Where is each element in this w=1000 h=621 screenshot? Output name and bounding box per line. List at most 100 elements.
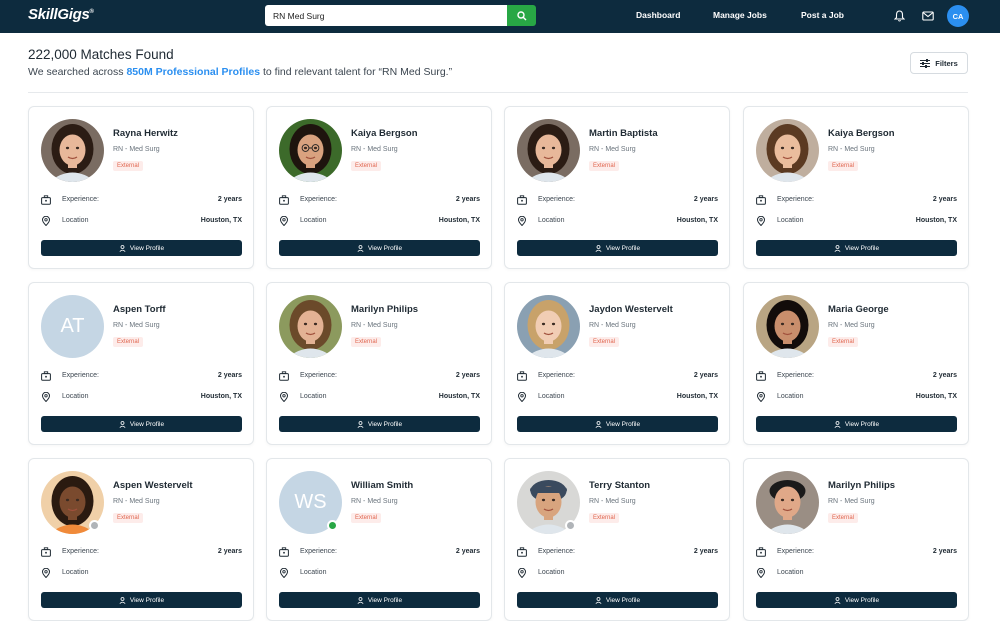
candidate-role: RN - Med Surg xyxy=(589,322,636,329)
location-pin-icon xyxy=(756,216,766,226)
candidate-name[interactable]: Maria George xyxy=(828,304,889,315)
candidate-name[interactable]: Aspen Westervelt xyxy=(113,480,193,491)
view-profile-button[interactable]: View Profile xyxy=(279,592,480,608)
experience-value: 2 years xyxy=(455,372,480,379)
profiles-count-link[interactable]: 850M Professional Profiles xyxy=(126,66,260,78)
experience-value: 2 years xyxy=(693,548,718,555)
skillgigs-logo[interactable]: SkillGigs® xyxy=(28,6,94,23)
candidate-name[interactable]: William Smith xyxy=(351,480,413,491)
location-label: Location xyxy=(538,217,565,224)
experience-label: Experience: xyxy=(62,196,99,203)
candidate-role: RN - Med Surg xyxy=(351,322,398,329)
candidate-name[interactable]: Kaiya Bergson xyxy=(351,128,418,139)
external-badge: External xyxy=(828,337,859,347)
experience-label: Experience: xyxy=(777,196,814,203)
location-pin-icon xyxy=(41,216,51,226)
external-badge: External xyxy=(351,161,382,171)
avatar[interactable] xyxy=(756,471,819,534)
candidate-name[interactable]: Aspen Torff xyxy=(113,304,166,315)
candidate-card[interactable]: Terry Stanton RN - Med Surg External Experi… xyxy=(504,458,730,621)
location-pin-icon xyxy=(517,392,527,402)
candidate-name[interactable]: Martin Baptista xyxy=(589,128,658,139)
experience-value: 2 years xyxy=(455,196,480,203)
candidate-name[interactable]: Marilyn Philips xyxy=(351,304,418,315)
candidate-card[interactable]: Jaydon Westervelt RN - Med Surg External Ex… xyxy=(504,282,730,445)
location-label: Location xyxy=(62,569,89,576)
nav-manage-jobs[interactable]: Manage Jobs xyxy=(713,10,767,20)
nav-post-job[interactable]: Post a Job xyxy=(801,10,844,20)
candidate-card[interactable]: Marilyn Philips RN - Med Surg External Expe… xyxy=(743,458,969,621)
briefcase-icon xyxy=(279,371,289,381)
candidate-role: RN - Med Surg xyxy=(589,498,636,505)
location-label: Location xyxy=(300,217,327,224)
candidate-card[interactable]: Maria George RN - Med Surg External Experie… xyxy=(743,282,969,445)
nav-dashboard[interactable]: Dashboard xyxy=(636,10,680,20)
mail-icon[interactable] xyxy=(921,9,935,23)
experience-label: Experience: xyxy=(62,372,99,379)
candidate-card[interactable]: Rayna Herwitz RN - Med Surg External Experi… xyxy=(28,106,254,269)
location-label: Location xyxy=(777,393,804,400)
candidate-card[interactable]: Kaiya Bergson RN - Med Surg External Experi… xyxy=(266,106,492,269)
user-icon xyxy=(119,244,126,252)
view-profile-button[interactable]: View Profile xyxy=(41,240,242,256)
avatar[interactable] xyxy=(279,295,342,358)
experience-label: Experience: xyxy=(300,548,337,555)
avatar[interactable] xyxy=(41,119,104,182)
experience-value: 2 years xyxy=(217,548,242,555)
briefcase-icon xyxy=(756,547,766,557)
view-profile-button[interactable]: View Profile xyxy=(517,240,718,256)
view-profile-button[interactable]: View Profile xyxy=(41,416,242,432)
candidate-card[interactable]: Marilyn Philips RN - Med Surg External Expe… xyxy=(266,282,492,445)
view-profile-button[interactable]: View Profile xyxy=(517,416,718,432)
location-pin-icon xyxy=(517,216,527,226)
user-icon xyxy=(357,420,364,428)
avatar[interactable]: AT xyxy=(41,295,104,358)
candidate-role: RN - Med Surg xyxy=(113,146,160,153)
view-profile-button[interactable]: View Profile xyxy=(756,240,957,256)
user-avatar[interactable]: CA xyxy=(947,5,969,27)
candidate-name[interactable]: Kaiya Bergson xyxy=(828,128,895,139)
location-value: Houston, TX xyxy=(915,217,957,224)
avatar[interactable] xyxy=(517,295,580,358)
avatar[interactable] xyxy=(756,295,819,358)
user-icon xyxy=(595,244,602,252)
experience-value: 2 years xyxy=(693,372,718,379)
search-button[interactable] xyxy=(507,5,536,26)
filters-button[interactable]: Filters xyxy=(910,52,968,74)
candidate-name[interactable]: Marilyn Philips xyxy=(828,480,895,491)
location-value: Houston, TX xyxy=(438,393,480,400)
view-profile-button[interactable]: View Profile xyxy=(279,416,480,432)
experience-value: 2 years xyxy=(932,196,957,203)
experience-label: Experience: xyxy=(777,372,814,379)
location-pin-icon xyxy=(756,568,766,578)
candidate-name[interactable]: Jaydon Westervelt xyxy=(589,304,673,315)
avatar[interactable] xyxy=(517,119,580,182)
candidate-card[interactable]: AT Aspen Torff RN - Med Surg External Experi… xyxy=(28,282,254,445)
candidate-name[interactable]: Rayna Herwitz xyxy=(113,128,178,139)
candidate-card[interactable]: WS William Smith RN - Med Surg External Expe… xyxy=(266,458,492,621)
candidate-card[interactable]: Aspen Westervelt RN - Med Surg External Exp… xyxy=(28,458,254,621)
view-profile-button[interactable]: View Profile xyxy=(756,592,957,608)
view-profile-button[interactable]: View Profile xyxy=(756,416,957,432)
view-profile-button[interactable]: View Profile xyxy=(41,592,242,608)
location-label: Location xyxy=(777,217,804,224)
candidate-role: RN - Med Surg xyxy=(828,498,875,505)
search-input[interactable] xyxy=(265,5,507,26)
avatar[interactable] xyxy=(279,119,342,182)
external-badge: External xyxy=(351,337,382,347)
candidate-role: RN - Med Surg xyxy=(828,146,875,153)
external-badge: External xyxy=(351,513,382,523)
candidate-role: RN - Med Surg xyxy=(113,322,160,329)
briefcase-icon xyxy=(41,371,51,381)
user-icon xyxy=(357,244,364,252)
user-icon xyxy=(357,596,364,604)
bell-icon[interactable] xyxy=(892,9,906,23)
briefcase-icon xyxy=(517,371,527,381)
avatar[interactable] xyxy=(756,119,819,182)
view-profile-button[interactable]: View Profile xyxy=(279,240,480,256)
candidate-name[interactable]: Terry Stanton xyxy=(589,480,650,491)
candidate-card[interactable]: Kaiya Bergson RN - Med Surg External Experi… xyxy=(743,106,969,269)
status-indicator xyxy=(327,520,338,531)
candidate-card[interactable]: Martin Baptista RN - Med Surg External Expe… xyxy=(504,106,730,269)
view-profile-button[interactable]: View Profile xyxy=(517,592,718,608)
